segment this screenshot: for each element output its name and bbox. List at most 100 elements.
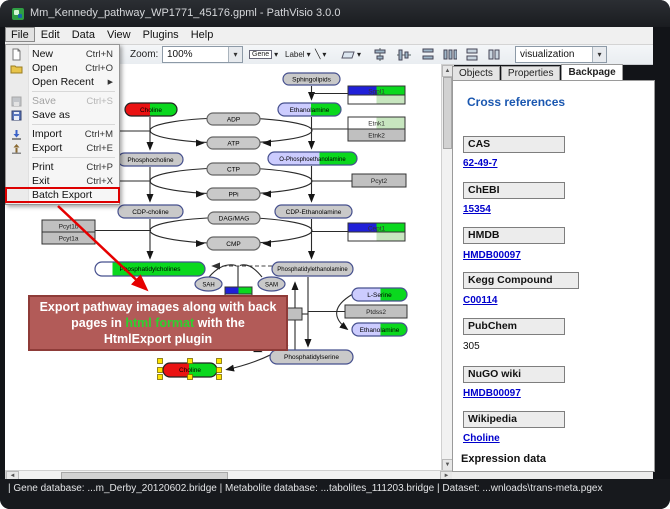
align-center-vertical-button[interactable] — [373, 47, 387, 62]
menu-edit[interactable]: Edit — [35, 27, 66, 42]
scrollbar-thumb[interactable] — [443, 77, 452, 149]
svg-text:PPi: PPi — [228, 192, 238, 199]
align-center-horizontal-button[interactable] — [397, 47, 411, 62]
node-sah[interactable]: SAH — [195, 277, 222, 291]
new-file-icon — [10, 48, 23, 61]
menu-file[interactable]: File — [5, 27, 35, 42]
node-phosphatidylserine[interactable]: Phosphatidylserine — [270, 350, 353, 364]
wikipedia-link[interactable]: Choline — [463, 433, 500, 444]
section-header-wikipedia: Wikipedia — [463, 411, 565, 428]
menu-view[interactable]: View — [101, 27, 137, 42]
menu-item-export[interactable]: ExportCtrl+E — [6, 141, 119, 155]
gene-tool-button[interactable]: Gene ▾ — [249, 47, 278, 62]
node-adp[interactable]: ADP — [207, 113, 260, 125]
shape-icon — [341, 50, 355, 60]
save-as-floppy-icon — [10, 109, 23, 122]
node-dag[interactable]: DAG/MAG — [208, 212, 260, 224]
menu-item-import[interactable]: ImportCtrl+M — [6, 127, 119, 141]
menu-item-new[interactable]: NewCtrl+N — [6, 47, 119, 61]
chevron-down-icon: ▾ — [357, 50, 361, 59]
node-choline-top[interactable]: Choline — [125, 103, 177, 116]
section-header-cas: CAS — [463, 136, 565, 153]
distribute-vertical-icon — [421, 48, 435, 61]
common-height-icon — [487, 48, 501, 61]
node-ppi[interactable]: PPi — [207, 188, 260, 200]
menu-item-open-recent[interactable]: Open Recent▶ — [6, 75, 119, 89]
line-tool-button[interactable]: ╲ ▾ — [315, 47, 326, 62]
node-ethanolamine-bottom[interactable]: Ethanolamine — [352, 323, 407, 336]
node-sphingolipids[interactable]: Sphingolipids — [283, 73, 340, 85]
node-cdp-ethanolamine[interactable]: CDP-Ethanolamine — [275, 205, 352, 218]
gene-box-cept1[interactable]: Cept1 — [348, 223, 405, 241]
distribute-horizontal-button[interactable] — [443, 47, 457, 62]
hmdb-link[interactable]: HMDB00097 — [463, 250, 521, 261]
gene-box-ptdss2[interactable]: Ptdss2 — [345, 305, 407, 318]
distribute-vertical-button[interactable] — [421, 47, 435, 62]
svg-text:Phosphatidylethanolamine: Phosphatidylethanolamine — [277, 267, 348, 273]
section-header-nugo: NuGO wiki — [463, 366, 565, 383]
align-center-horizontal-icon — [397, 48, 411, 61]
common-height-button[interactable] — [487, 47, 501, 62]
node-ethanolamine-top[interactable]: Ethanolamine — [278, 103, 341, 116]
menu-data[interactable]: Data — [66, 27, 101, 42]
menu-bar: FileEditDataViewPluginsHelp — [5, 27, 653, 45]
line-icon: ╲ — [315, 49, 320, 60]
title-bar[interactable]: Mm_Kennedy_pathway_WP1771_45176.gpml - P… — [0, 0, 670, 27]
svg-text:ADP: ADP — [227, 117, 240, 124]
side-panel-tabs: ObjectsPropertiesBackpageSearchLegend — [452, 64, 653, 80]
chebi-link[interactable]: 15354 — [463, 204, 491, 215]
distribute-horizontal-icon — [443, 48, 457, 61]
tab-properties[interactable]: Properties — [501, 66, 561, 81]
annotation-line2: pages in html format with the — [71, 316, 245, 330]
zoom-combobox[interactable]: 100% ▾ — [162, 46, 243, 63]
chevron-down-icon: ▾ — [274, 50, 278, 59]
node-cmp[interactable]: CMP — [207, 237, 260, 250]
shape-tool-button[interactable]: ▾ — [341, 47, 361, 62]
svg-text:Choline: Choline — [179, 367, 201, 374]
svg-text:Sphingolipids: Sphingolipids — [292, 77, 331, 84]
status-text: | Gene database: ...m_Derby_20120602.bri… — [8, 483, 602, 494]
tab-backpage[interactable]: Backpage — [561, 64, 622, 81]
nugo-link[interactable]: HMDB00097 — [463, 388, 521, 399]
menu-plugins[interactable]: Plugins — [137, 27, 185, 42]
import-icon — [10, 128, 23, 141]
common-width-button[interactable] — [465, 47, 479, 62]
menu-item-print[interactable]: PrintCtrl+P — [6, 160, 119, 174]
visualization-combobox[interactable]: visualization ▾ — [515, 46, 607, 63]
node-l-serine[interactable]: L-Serine — [352, 288, 407, 301]
node-phosphatidylethanolamine[interactable]: Phosphatidylethanolamine — [272, 262, 353, 276]
backpage-heading: Cross references — [467, 95, 565, 109]
common-width-icon — [465, 48, 479, 61]
node-ctp[interactable]: CTP — [207, 163, 260, 175]
gene-box-sgpl1[interactable]: Sgpl1 — [348, 86, 405, 104]
expression-data-heading: Expression data — [461, 453, 546, 465]
kegg-link[interactable]: C00114 — [463, 295, 497, 306]
node-o-phosphoethanolamine[interactable]: O-Phosphoethanolamine — [268, 152, 357, 165]
menu-item-open[interactable]: OpenCtrl+O — [6, 61, 119, 75]
chevron-down-icon[interactable]: ▾ — [592, 47, 606, 62]
gene-box-pcyt2[interactable]: Pcyt2 — [352, 174, 406, 187]
backpage-panel: Cross references CAS 62-49-7 ChEBI 15354… — [452, 80, 655, 472]
cas-link[interactable]: 62-49-7 — [463, 158, 497, 169]
section-header-chebi: ChEBI — [463, 182, 565, 199]
node-phosphocholine[interactable]: Phosphocholine — [118, 153, 183, 166]
gene-box-etnk2[interactable]: Etnk2 — [348, 129, 405, 141]
svg-text:CMP: CMP — [226, 241, 240, 248]
chevron-down-icon[interactable]: ▾ — [228, 47, 242, 62]
menu-help[interactable]: Help — [185, 27, 220, 42]
label-tool-button[interactable]: Label ▾ — [285, 47, 311, 62]
menu-item-exit[interactable]: ExitCtrl+X — [6, 174, 119, 188]
node-sam[interactable]: SAM — [258, 277, 285, 291]
svg-text:Ptdss2: Ptdss2 — [366, 309, 386, 316]
menu-item-save-as[interactable]: Save as — [6, 108, 119, 122]
application-window: Mm_Kennedy_pathway_WP1771_45176.gpml - P… — [0, 0, 670, 509]
app-icon — [11, 7, 25, 21]
gene-box-hidden[interactable] — [287, 308, 302, 320]
svg-text:Ethanolamine: Ethanolamine — [360, 327, 400, 334]
section-header-pubchem: PubChem — [463, 318, 565, 335]
tab-objects[interactable]: Objects — [452, 66, 500, 81]
svg-text:SAM: SAM — [265, 283, 278, 289]
gene-box-etnk1[interactable]: Etnk1 — [348, 117, 405, 129]
node-atp[interactable]: ATP — [207, 137, 260, 149]
section-header-hmdb: HMDB — [463, 227, 565, 244]
